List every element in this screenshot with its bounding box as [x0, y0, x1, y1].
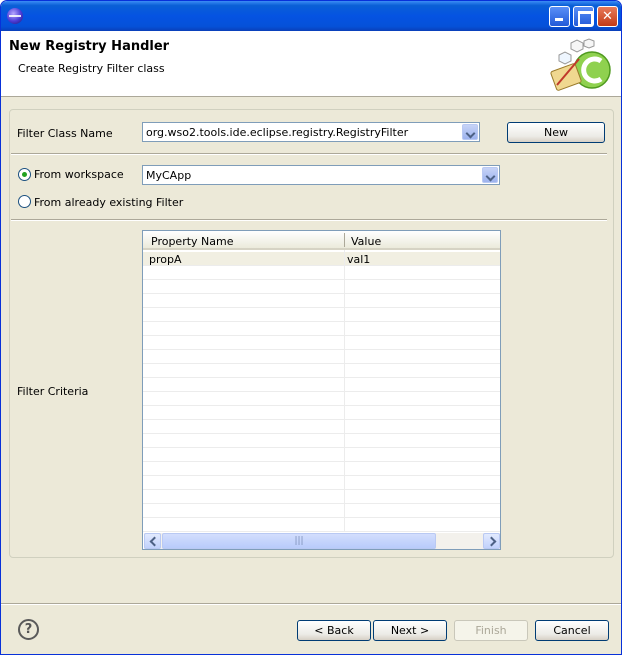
table-row[interactable] [143, 308, 500, 322]
table-row[interactable] [143, 294, 500, 308]
eclipse-icon [7, 8, 23, 24]
filter-criteria-table[interactable]: Property Name Value propA val1 ||| [142, 230, 501, 550]
table-header: Property Name Value [143, 231, 500, 250]
table-row[interactable] [143, 448, 500, 462]
filter-class-label: Filter Class Name [17, 127, 113, 140]
table-row[interactable] [143, 434, 500, 448]
column-header-property-name[interactable]: Property Name [151, 235, 234, 248]
wizard-header: New Registry Handler Create Registry Fil… [1, 31, 621, 97]
chevron-down-icon[interactable] [462, 124, 478, 140]
table-row[interactable] [143, 518, 500, 532]
column-divider[interactable] [344, 233, 345, 247]
scroll-left-icon[interactable] [144, 533, 161, 549]
table-row[interactable] [143, 392, 500, 406]
new-button[interactable]: New [507, 122, 605, 143]
wizard-window: ✕ New Registry Handler Create Registry F… [0, 0, 622, 655]
table-row[interactable] [143, 490, 500, 504]
close-button[interactable]: ✕ [597, 6, 618, 27]
workspace-value: MyCApp [146, 169, 192, 182]
filter-criteria-label: Filter Criteria [17, 385, 89, 398]
next-button[interactable]: Next > [373, 620, 447, 641]
value-cell[interactable]: val1 [347, 253, 370, 266]
chevron-down-icon[interactable] [482, 167, 498, 183]
table-row[interactable] [143, 364, 500, 378]
table-row[interactable] [143, 378, 500, 392]
separator [11, 153, 607, 155]
column-header-value[interactable]: Value [351, 235, 381, 248]
horizontal-scrollbar[interactable]: ||| [144, 533, 500, 549]
table-row[interactable] [143, 462, 500, 476]
from-workspace-label: From workspace [34, 168, 124, 181]
title-bar[interactable]: ✕ [1, 1, 621, 31]
table-row[interactable] [143, 350, 500, 364]
separator [11, 219, 607, 221]
from-existing-filter-label: From already existing Filter [34, 196, 184, 209]
table-row[interactable] [143, 420, 500, 434]
back-button[interactable]: < Back [297, 620, 371, 641]
table-row[interactable] [143, 406, 500, 420]
table-row[interactable]: propA val1 [143, 252, 500, 266]
help-icon[interactable]: ? [18, 619, 39, 640]
table-row[interactable] [143, 476, 500, 490]
table-row[interactable] [143, 280, 500, 294]
from-workspace-radio[interactable] [18, 168, 31, 181]
table-row[interactable] [143, 322, 500, 336]
column-grid-line [344, 250, 345, 532]
filter-class-value: org.wso2.tools.ide.eclipse.registry.Regi… [146, 126, 409, 139]
footer-separator [1, 603, 621, 605]
cancel-button[interactable]: Cancel [535, 620, 609, 641]
table-row[interactable] [143, 504, 500, 518]
finish-button[interactable]: Finish [454, 620, 528, 641]
wizard-banner-icon [550, 38, 611, 91]
property-name-cell[interactable]: propA [149, 253, 182, 266]
workspace-combo[interactable]: MyCApp [142, 165, 500, 185]
page-description: Create Registry Filter class [18, 62, 165, 75]
minimize-button[interactable] [549, 6, 570, 27]
table-row[interactable] [143, 336, 500, 350]
filter-class-combo[interactable]: org.wso2.tools.ide.eclipse.registry.Regi… [142, 122, 480, 142]
table-row[interactable] [143, 266, 500, 280]
from-existing-filter-radio[interactable] [18, 195, 31, 208]
scroll-right-icon[interactable] [483, 533, 500, 549]
maximize-button[interactable] [573, 6, 594, 27]
scroll-thumb[interactable]: ||| [162, 533, 436, 549]
page-title: New Registry Handler [9, 39, 170, 54]
